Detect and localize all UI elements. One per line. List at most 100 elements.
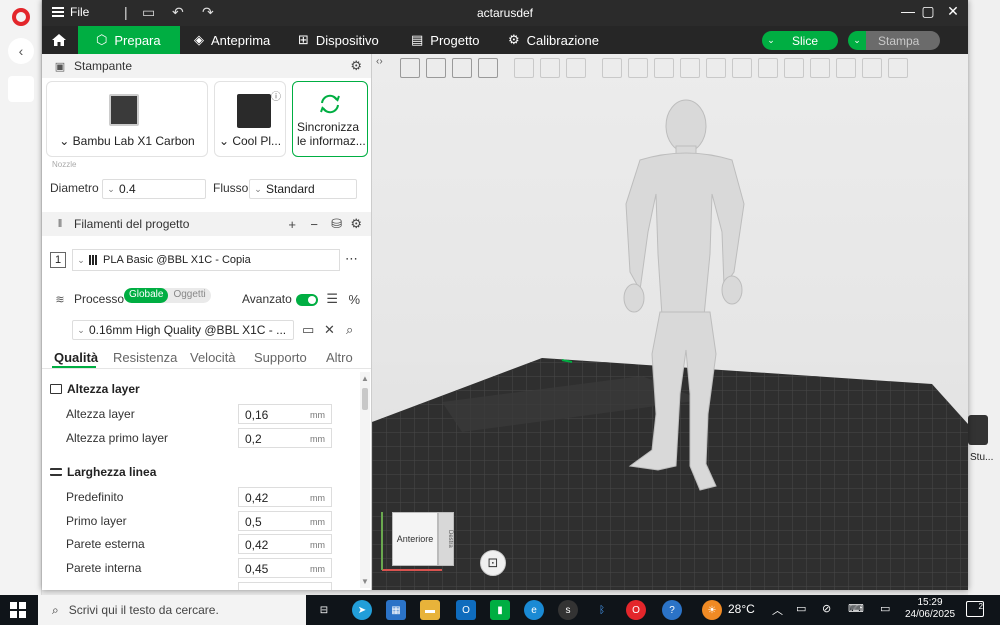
tab-calibrazione[interactable]: ⚙ Calibrazione — [508, 26, 599, 54]
list-icon[interactable]: ☰ — [326, 291, 338, 307]
home-button[interactable] — [42, 26, 76, 54]
outlook-icon[interactable]: O — [456, 600, 476, 620]
chevron-down-icon[interactable]: ⌄ — [762, 31, 780, 50]
project-icon: ▤ — [411, 32, 424, 47]
printer-icon: ▣ — [54, 60, 66, 73]
params-scrollbar[interactable]: ▲ ▼ — [360, 372, 370, 588]
scrollbar-thumb[interactable] — [362, 388, 368, 410]
clear-icon[interactable]: ✕ — [324, 322, 335, 338]
add-icon[interactable]: + — [288, 217, 296, 232]
compare-icon[interactable]: % — [348, 292, 360, 307]
process-icon: ≋ — [55, 293, 65, 306]
filament-index: 1 — [50, 252, 66, 268]
chevron-down-icon: ⌄ — [853, 35, 861, 45]
bambu-studio-icon[interactable]: ▮ — [490, 600, 510, 620]
tab-label: Prepara — [114, 32, 161, 48]
default-width-value: 0,42 — [245, 491, 269, 505]
desktop-app-label[interactable]: Stu... — [970, 452, 993, 463]
printer-settings-icon[interactable]: ⚙ — [350, 58, 362, 74]
bluetooth-icon[interactable]: ᛒ — [592, 600, 612, 620]
tab-supporto[interactable]: Supporto — [254, 350, 307, 365]
tab-prepara[interactable]: ⬡ Prepara — [78, 26, 180, 54]
more-options-icon[interactable]: ⋯ — [345, 251, 358, 267]
desktop-app-icon[interactable] — [968, 415, 988, 445]
tab-dispositivo[interactable]: ⊞ Dispositivo — [298, 26, 379, 54]
tray-chevron-icon[interactable]: ︿ — [772, 602, 783, 618]
inner-wall-input[interactable]: 0,45 mm — [238, 558, 332, 578]
store-icon[interactable]: ▦ — [386, 600, 406, 620]
start-button[interactable] — [10, 602, 26, 618]
print-button[interactable]: Stampa — [866, 31, 940, 50]
next-param-input[interactable] — [238, 582, 332, 590]
battery-icon[interactable]: ▭ — [796, 602, 806, 615]
3d-viewport[interactable]: ‹› Anteriore Destra ⊡ — [372, 54, 968, 590]
unit-label: mm — [310, 493, 325, 503]
remove-icon[interactable]: − — [310, 217, 318, 232]
tab-resistenza[interactable]: Resistenza — [113, 350, 177, 365]
sync-filament-icon[interactable]: ⛁ — [331, 216, 342, 232]
weather-icon[interactable]: ☀ — [702, 600, 722, 620]
sync-card[interactable]: Sincronizza le informaz... — [292, 81, 368, 157]
info-icon[interactable]: ⓘ — [271, 88, 281, 103]
temperature[interactable]: 28°C — [728, 602, 755, 616]
print-dropdown-button[interactable]: ⌄ — [848, 31, 866, 50]
opera-taskbar-icon[interactable]: O — [626, 600, 646, 620]
telegram-icon[interactable]: ➤ — [352, 600, 372, 620]
outer-wall-input[interactable]: 0,42 mm — [238, 534, 332, 554]
display-icon[interactable]: ▭ — [880, 602, 890, 615]
browser-tile[interactable] — [8, 76, 34, 102]
printer-image — [109, 94, 139, 126]
view-cube[interactable]: Anteriore Destra — [390, 512, 454, 572]
scroll-down-icon[interactable]: ▼ — [361, 577, 369, 586]
unit-label: mm — [310, 564, 325, 574]
cube-front-face[interactable]: Anteriore — [392, 512, 438, 566]
tab-altro[interactable]: Altro — [326, 350, 353, 365]
plate-card[interactable]: ⓘ ⌄ Cool Pl... — [214, 81, 286, 157]
clock[interactable]: 15:29 24/06/2025 — [904, 597, 956, 621]
filament-select[interactable]: ⌄ PLA Basic @BBL X1C - Copia — [72, 249, 340, 271]
printer-card[interactable]: ⌄ Bambu Lab X1 Carbon — [46, 81, 208, 157]
steam-icon[interactable]: s — [558, 600, 578, 620]
slice-button[interactable]: ⌄ Slice — [762, 31, 838, 50]
notification-icon[interactable]: 2 — [966, 601, 984, 617]
chevron-down-icon: ⌄ — [254, 183, 262, 194]
inner-wall-value: 0,45 — [245, 562, 269, 576]
keyboard-icon[interactable]: ⌨ — [848, 602, 864, 615]
filament-settings-icon[interactable]: ⚙ — [350, 216, 362, 232]
explorer-icon[interactable]: ▬ — [420, 600, 440, 620]
settings-panel: ▣ Stampante ⚙ ⌄ Bambu Lab X1 Carbon ⓘ ⌄ … — [42, 54, 372, 590]
first-layer-width-input[interactable]: 0,5 mm — [238, 511, 332, 531]
search-icon[interactable]: ⌕ — [346, 322, 353, 338]
task-view-icon[interactable]: ⊟ — [314, 600, 334, 620]
flow-select[interactable]: ⌄ Standard — [249, 179, 357, 199]
tab-qualita[interactable]: Qualità — [54, 350, 98, 365]
scope-toggle[interactable]: Globale Oggetti — [124, 288, 211, 303]
process-tabs: Qualità Resistenza Velocità Supporto Alt… — [42, 347, 371, 369]
network-icon[interactable]: ⊘ — [822, 602, 831, 615]
maximize-icon[interactable]: ▢ — [914, 3, 942, 20]
opera-icon[interactable] — [12, 8, 30, 26]
scope-global[interactable]: Globale — [124, 288, 169, 303]
layer-height-input[interactable]: 0,16 mm — [238, 404, 332, 424]
edge-icon[interactable]: e — [524, 600, 544, 620]
snapshot-icon[interactable]: ⊡ — [480, 550, 506, 576]
tab-anteprima[interactable]: ◈ Anteprima — [194, 26, 270, 54]
tab-progetto[interactable]: ▤ Progetto — [411, 26, 479, 54]
taskbar-search[interactable]: ⌕ Scrivi qui il testo da cercare. — [38, 595, 306, 625]
default-width-input[interactable]: 0,42 mm — [238, 487, 332, 507]
help-icon[interactable]: ? — [662, 600, 682, 620]
tab-velocita[interactable]: Velocità — [190, 350, 236, 365]
filament-color-swatch[interactable] — [89, 255, 98, 265]
cube-right-face[interactable]: Destra — [438, 512, 454, 566]
back-icon[interactable]: ‹ — [8, 38, 34, 64]
scroll-up-icon[interactable]: ▲ — [361, 374, 369, 383]
close-icon[interactable]: ✕ — [939, 3, 967, 20]
diameter-select[interactable]: ⌄ 0.4 — [102, 179, 206, 199]
advanced-switch[interactable] — [295, 293, 318, 306]
scope-objects[interactable]: Oggetti — [168, 288, 210, 303]
save-preset-icon[interactable]: ▭ — [302, 322, 314, 338]
process-preset-select[interactable]: ⌄ 0.16mm High Quality @BBL X1C - ... — [72, 320, 294, 340]
outer-wall-label: Parete esterna — [66, 537, 145, 551]
first-layer-height-input[interactable]: 0,2 mm — [238, 428, 332, 448]
advanced-toggle[interactable]: Avanzato — [242, 292, 318, 306]
